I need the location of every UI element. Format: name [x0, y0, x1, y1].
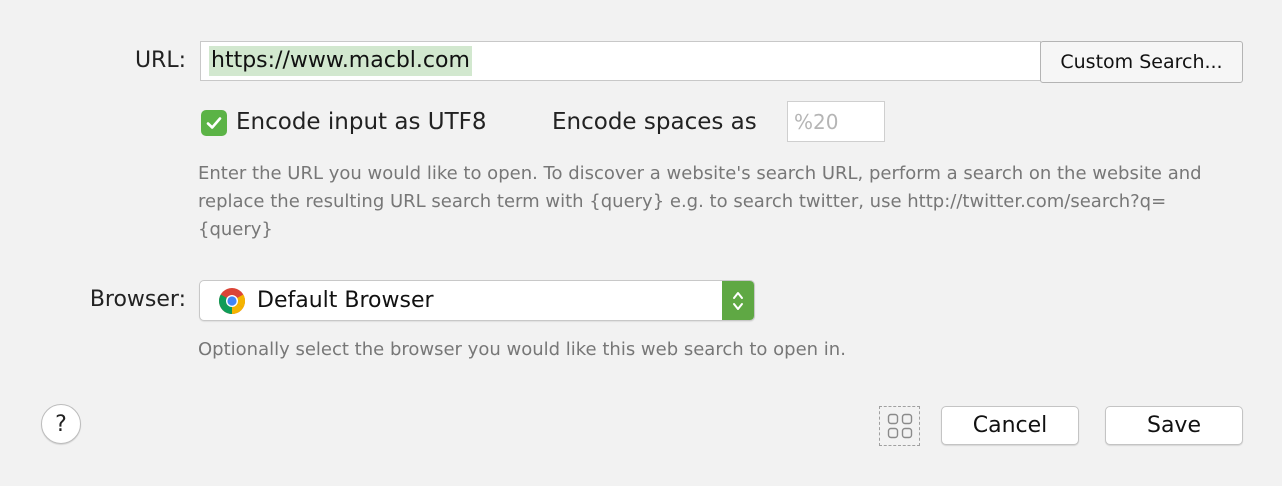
url-input-value: https://www.macbl.com	[209, 46, 472, 76]
encode-spaces-label: Encode spaces as	[552, 109, 757, 135]
chrome-icon	[218, 287, 246, 314]
cancel-button[interactable]: Cancel	[941, 406, 1079, 445]
encode-spaces-input[interactable]: %20	[787, 101, 885, 142]
encode-spaces-placeholder: %20	[794, 109, 839, 134]
browser-select-value: Default Browser	[257, 288, 434, 313]
encode-utf8-label[interactable]: Encode input as UTF8	[236, 109, 487, 135]
save-button[interactable]: Save	[1105, 406, 1243, 445]
url-help-text: Enter the URL you would like to open. To…	[198, 163, 1202, 240]
chevron-updown-icon	[722, 281, 754, 320]
url-label: URL:	[134, 48, 186, 73]
custom-search-button[interactable]: Custom Search...	[1040, 41, 1243, 83]
browser-select[interactable]: Default Browser	[199, 280, 755, 321]
layout-grid-button[interactable]	[879, 406, 920, 446]
help-glyph: ?	[55, 411, 67, 437]
browser-label: Browser:	[89, 287, 186, 312]
encode-utf8-checkbox[interactable]	[201, 110, 227, 136]
grid-icon	[887, 413, 912, 439]
help-button[interactable]: ?	[41, 404, 81, 444]
browser-help-text: Optionally select the browser you would …	[198, 339, 846, 360]
url-input[interactable]: https://www.macbl.com	[200, 41, 1041, 81]
checkmark-icon	[206, 117, 222, 129]
